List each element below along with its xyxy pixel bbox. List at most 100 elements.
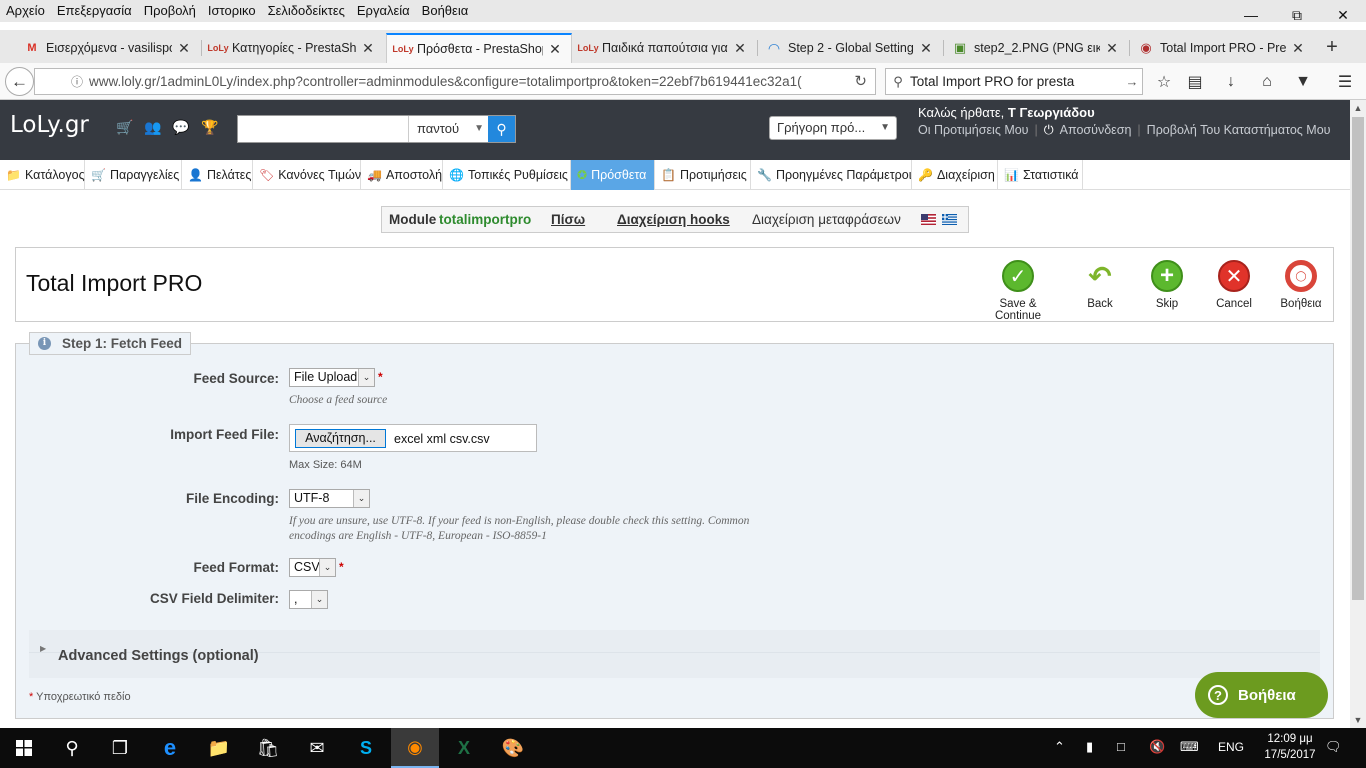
us-flag-icon[interactable] — [921, 214, 936, 225]
quick-access-dropdown[interactable]: Γρήγορη πρό... ▼ — [769, 116, 897, 140]
close-tab-icon[interactable]: ✕ — [547, 41, 563, 58]
search-icon[interactable]: ⚲ — [48, 728, 96, 768]
input-language[interactable]: ENG — [1218, 740, 1244, 754]
volume-muted-icon[interactable]: 🔇 — [1149, 739, 1165, 755]
file-encoding-select[interactable]: UTF-8 ⌄ — [289, 489, 370, 508]
tab-customers[interactable]: 👤 Πελάτες — [182, 160, 253, 190]
close-tab-icon[interactable]: ✕ — [732, 40, 748, 57]
home-icon[interactable]: ⌂ — [1255, 71, 1279, 93]
close-window-icon[interactable]: ✕ — [1320, 0, 1366, 30]
edge-browser-icon[interactable]: e — [146, 728, 194, 768]
network-icon[interactable]: □ — [1117, 739, 1125, 754]
keyboard-icon[interactable]: ⌨ — [1180, 739, 1199, 755]
cancel-label: Cancel — [1216, 298, 1252, 310]
menu-history[interactable]: Ιστορικο — [202, 0, 262, 22]
menu-tools[interactable]: Εργαλεία — [351, 0, 416, 22]
scroll-up-icon[interactable]: ▲ — [1350, 100, 1366, 116]
firefox-icon[interactable]: ◉ — [391, 728, 439, 768]
trophy-icon[interactable]: 🏆 — [200, 119, 220, 137]
hamburger-menu-icon[interactable]: ☰ — [1333, 71, 1357, 93]
download-icon[interactable]: ↓ — [1219, 71, 1243, 93]
my-preferences-link[interactable]: Οι Προτιμήσεις Μου — [918, 123, 1029, 138]
tab-advanced-parameters[interactable]: 🔧 Προηγμένες Παράμετροι — [751, 160, 912, 190]
scroll-down-icon[interactable]: ▼ — [1350, 712, 1366, 728]
minimize-icon[interactable]: — — [1228, 0, 1274, 30]
save-continue-button[interactable]: ✓ Save & Continue — [978, 260, 1058, 322]
menu-view[interactable]: Προβολή — [138, 0, 202, 22]
tab-administration[interactable]: 🔑 Διαχείριση — [912, 160, 998, 190]
help-toolbar-button[interactable]: ◯ Βοήθεια — [1261, 260, 1341, 310]
tab-modules[interactable]: ✪ Πρόσθετα — [571, 160, 655, 190]
feed-format-select[interactable]: CSV ⌄ — [289, 558, 336, 577]
admin-search-input[interactable] — [238, 116, 408, 142]
menu-bookmarks[interactable]: Σελιδοδείκτες — [262, 0, 351, 22]
tab-price-rules[interactable]: 🏷 Κανόνες Τιμών — [253, 160, 361, 190]
tab-orders[interactable]: 🛒 Παραγγελίες — [85, 160, 182, 190]
tab-title: step2_2.PNG (PNG εικό — [974, 41, 1100, 55]
close-tab-icon[interactable]: ✕ — [1290, 40, 1306, 57]
windows-start-icon[interactable] — [0, 728, 48, 768]
search-box[interactable]: ⚲ Total Import PRO for presta → — [885, 68, 1143, 95]
shop-logo[interactable]: LoLy.gr — [10, 112, 89, 138]
back-arrow-icon[interactable]: ← — [5, 67, 34, 96]
module-back-link[interactable]: Πίσω — [551, 212, 585, 227]
task-view-icon[interactable]: ❐ — [96, 728, 144, 768]
tab-shipping[interactable]: 🚚 Αποστολή — [361, 160, 443, 190]
save-continue-label: Save & Continue — [994, 298, 1042, 322]
messages-icon[interactable]: 💬 — [171, 119, 191, 137]
tab-preferences[interactable]: 📋 Προτιμήσεις — [655, 160, 751, 190]
taskbar-clock[interactable]: 12:09 μμ 17/5/2017 — [1262, 731, 1318, 763]
go-arrow-icon[interactable]: → — [1122, 74, 1142, 89]
pocket-icon[interactable]: ▼ — [1291, 71, 1315, 93]
paint-icon[interactable]: 🎨 — [489, 728, 537, 768]
feed-source-select[interactable]: File Upload ⌄ — [289, 368, 375, 387]
browser-tab-step2[interactable]: ◠ Step 2 - Global Settings ✕ — [758, 33, 942, 63]
browser-tab-image[interactable]: ▣ step2_2.PNG (PNG εικό ✕ — [944, 33, 1128, 63]
manage-hooks-link[interactable]: Διαχείριση hooks — [617, 212, 730, 227]
excel-icon[interactable]: X — [440, 728, 488, 768]
tab-catalog[interactable]: 📁 Κατάλογος — [0, 160, 85, 190]
file-explorer-icon[interactable]: 📁 — [195, 728, 243, 768]
menu-help[interactable]: Βοήθεια — [416, 0, 475, 22]
close-tab-icon[interactable]: ✕ — [176, 40, 192, 57]
menu-file[interactable]: Αρχείο — [0, 0, 51, 22]
view-shop-link[interactable]: Προβολή Του Καταστήματος Μου — [1147, 123, 1331, 138]
close-tab-icon[interactable]: ✕ — [1104, 40, 1120, 57]
greek-flag-icon[interactable] — [942, 214, 957, 225]
page-scrollbar[interactable]: ▲ ▼ — [1350, 100, 1366, 728]
menu-edit[interactable]: Επεξεργασία — [51, 0, 138, 22]
browser-tab-categories[interactable]: LoLy Κατηγορίες - PrestaSho ✕ — [202, 33, 384, 63]
bookmark-star-icon[interactable]: ☆ — [1152, 71, 1176, 93]
mail-icon[interactable]: ✉ — [293, 728, 341, 768]
csv-delimiter-select[interactable]: , ⌄ — [289, 590, 328, 609]
tab-title: Step 2 - Global Settings — [788, 41, 914, 55]
customers-icon[interactable]: 👥 — [143, 119, 163, 137]
store-icon[interactable]: 🛍 — [244, 728, 292, 768]
battery-icon[interactable]: ▮ — [1086, 739, 1093, 755]
browser-tab-addons[interactable]: LoLy Πρόσθετα - PrestaShop ✕ — [386, 33, 572, 63]
site-info-icon[interactable]: ⓘ — [65, 73, 89, 90]
help-floating-button[interactable]: ? Βοήθεια — [1195, 672, 1328, 718]
close-tab-icon[interactable]: ✕ — [918, 40, 934, 57]
browser-tab-total-import[interactable]: ◉ Total Import PRO - Pres ✕ — [1130, 33, 1314, 63]
new-tab-icon[interactable]: + — [1320, 37, 1344, 58]
reload-icon[interactable]: ↻ — [854, 72, 867, 90]
reading-list-icon[interactable]: ▤ — [1183, 71, 1207, 93]
close-tab-icon[interactable]: ✕ — [360, 40, 376, 57]
browse-button[interactable]: Αναζήτηση... — [295, 429, 386, 448]
address-bar[interactable]: ⓘ www.loly.gr/1adminL0Ly/index.php?contr… — [34, 68, 876, 95]
scrollbar-thumb[interactable] — [1352, 117, 1364, 600]
restore-icon[interactable]: ⧉ — [1274, 0, 1320, 30]
tab-stats[interactable]: 📊 Στατιστικά — [998, 160, 1083, 190]
browser-tab-gmail[interactable]: M Εισερχόμενα - vasilispol ✕ — [16, 33, 200, 63]
search-button[interactable]: ⚲ — [488, 116, 515, 142]
notifications-icon[interactable]: 🗨 — [1325, 739, 1342, 755]
chevron-up-icon[interactable]: ⌃ — [1054, 739, 1065, 755]
skype-icon[interactable]: S — [342, 728, 390, 768]
browser-tab-kids-shoes[interactable]: LoLy Παιδικά παπούτσια για ✕ — [572, 33, 756, 63]
advanced-settings-toggle[interactable]: ▶ Advanced Settings (optional) — [29, 630, 1320, 678]
search-scope-select[interactable]: παντού ▼ — [408, 116, 488, 142]
cart-icon[interactable]: 🛒 — [115, 119, 135, 137]
logout-link[interactable]: Αποσύνδεση — [1060, 123, 1132, 138]
tab-localization[interactable]: 🌐 Τοπικές Ρυθμίσεις — [443, 160, 571, 190]
